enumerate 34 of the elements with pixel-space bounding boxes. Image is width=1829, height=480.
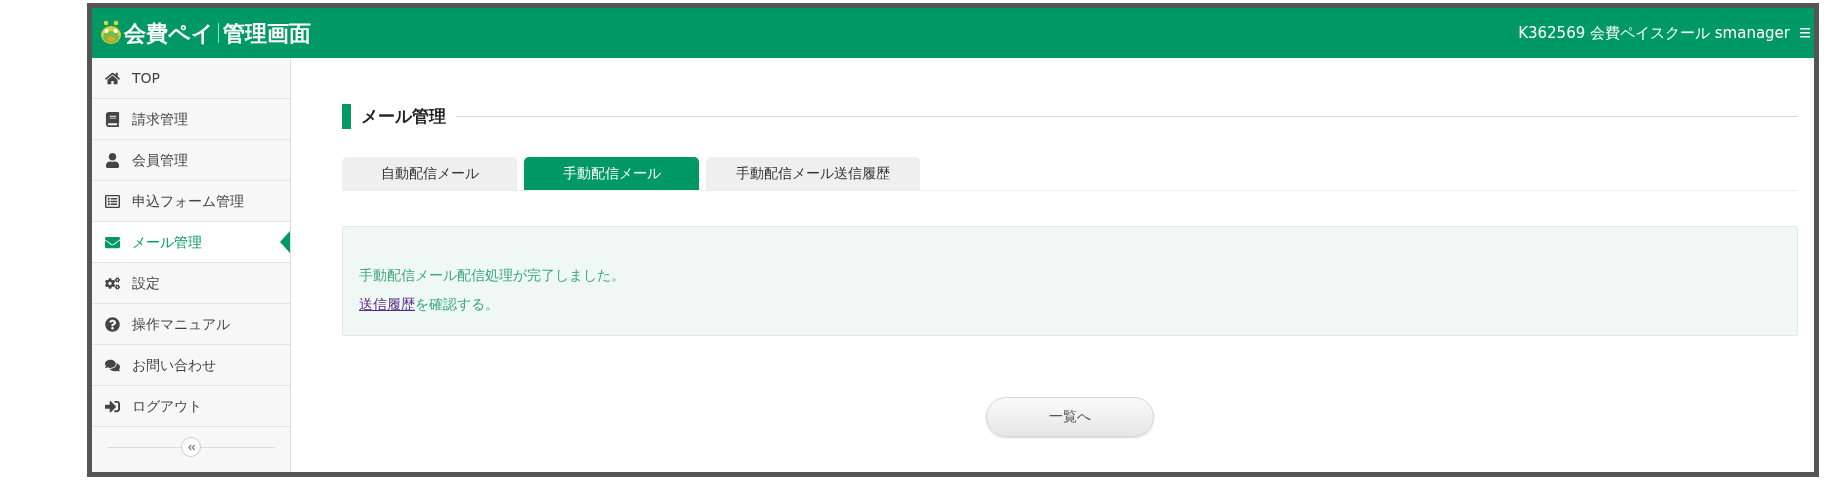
app-title: 管理画面: [223, 19, 311, 48]
heading-marker: [342, 104, 351, 130]
book-icon: [105, 111, 120, 127]
menu-icon[interactable]: [1800, 27, 1810, 39]
sidebar-item[interactable]: 会員管理: [92, 140, 290, 181]
help-icon: [105, 316, 120, 332]
user-info: K362569 会費ペイスクール smanager: [1518, 22, 1790, 44]
sidebar-item[interactable]: ログアウト: [92, 386, 290, 427]
link-suffix-text: を確認する。: [415, 294, 499, 314]
tab[interactable]: 自動配信メール: [342, 156, 517, 190]
active-pointer-icon: [280, 231, 290, 253]
success-message: 手動配信メール配信処理が完了しました。: [359, 265, 626, 285]
page-title: メール管理: [361, 105, 446, 128]
person-icon: [105, 152, 120, 168]
tab[interactable]: 手動配信メール: [524, 156, 699, 190]
logo-text: 会費ペイ: [124, 19, 214, 48]
back-to-list-button[interactable]: 一覧へ: [986, 396, 1154, 437]
logout-icon: [105, 398, 120, 414]
house-icon: [105, 70, 120, 86]
mascot-icon: [100, 20, 122, 46]
sidebar-item[interactable]: 設定: [92, 263, 290, 304]
double-chevron-icon: [186, 442, 196, 452]
gears-icon: [105, 275, 120, 291]
list-icon: [105, 193, 120, 209]
sidebar-item[interactable]: TOP: [92, 58, 290, 99]
sidebar-item[interactable]: 操作マニュアル: [92, 304, 290, 345]
sidebar-item[interactable]: お問い合わせ: [92, 345, 290, 386]
history-link[interactable]: 送信履歴: [359, 293, 415, 315]
envelope-icon: [105, 234, 120, 250]
sidebar-item[interactable]: メール管理: [92, 222, 290, 263]
tab[interactable]: 手動配信メール送信履歴: [706, 156, 920, 190]
collapse-button[interactable]: [181, 437, 201, 457]
sidebar-item[interactable]: 請求管理: [92, 99, 290, 140]
chat-bubbles-icon: [105, 357, 120, 373]
